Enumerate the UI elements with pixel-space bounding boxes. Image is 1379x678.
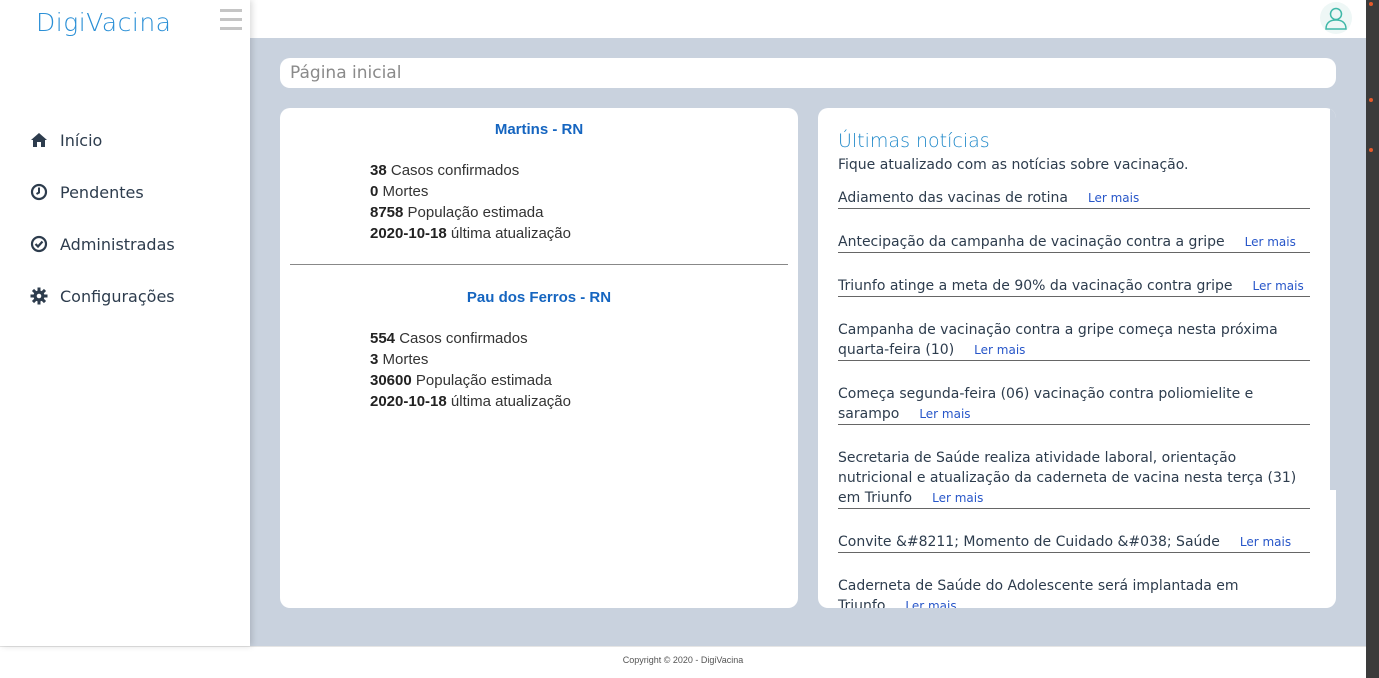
sidebar-item-label: Início [60, 130, 103, 150]
news-card: Últimas notícias Fique atualizado com as… [818, 108, 1336, 608]
read-more-link[interactable]: Ler mais [1088, 191, 1139, 205]
population-label: População estimada [411, 372, 552, 389]
home-icon [30, 131, 48, 149]
cases-value: 554 [370, 330, 396, 347]
sidebar-item-inicio[interactable]: Início [0, 114, 250, 166]
sidebar-item-label: Pendentes [60, 182, 144, 202]
updated-label: última atualização [446, 393, 571, 410]
news-item-title: Começa segunda-feira (06) vacinação cont… [838, 386, 1254, 422]
population-value: 30600 [370, 372, 412, 389]
news-item: Campanha de vacinação contra a gripe com… [838, 320, 1310, 361]
news-subtitle: Fique atualizado com as notícias sobre v… [838, 157, 1189, 173]
news-item-title: Campanha de vacinação contra a gripe com… [838, 322, 1278, 358]
sidebar-item-configuracoes[interactable]: Configurações [0, 270, 250, 322]
news-item-title: Caderneta de Saúde do Adolescente será i… [838, 578, 1239, 608]
deaths-label: Mortes [378, 351, 429, 368]
scroll-marker [1369, 2, 1373, 6]
updated-value: 2020-10-18 [370, 225, 447, 242]
read-more-link[interactable]: Ler mais [1245, 235, 1296, 249]
news-item-title: Triunfo atinge a meta de 90% da vacinaçã… [838, 278, 1233, 294]
updated-value: 2020-10-18 [370, 393, 447, 410]
deaths-label: Mortes [378, 183, 429, 200]
sidebar: DigiVacina Início Pendentes Administrada… [0, 0, 250, 646]
cases-label: Casos confirmados [386, 162, 520, 179]
sidebar-item-label: Administradas [60, 234, 175, 254]
news-item: Antecipação da campanha de vacinação con… [838, 232, 1310, 253]
news-scrollbar[interactable] [1330, 108, 1336, 490]
city-name: Pau dos Ferros - RN [466, 289, 612, 306]
news-item-title: Secretaria de Saúde realiza atividade la… [838, 450, 1297, 506]
read-more-link[interactable]: Ler mais [1240, 535, 1291, 549]
read-more-link[interactable]: Ler mais [919, 407, 970, 421]
read-more-link[interactable]: Ler mais [1252, 279, 1303, 293]
read-more-link[interactable]: Ler mais [974, 343, 1025, 357]
top-bar [250, 0, 1366, 38]
cases-label: Casos confirmados [395, 330, 528, 347]
read-more-link[interactable]: Ler mais [932, 491, 983, 505]
city-block: Martins - RN 38 Casos confirmados 0 Mort… [280, 108, 798, 244]
page-title: Página inicial [280, 58, 1336, 88]
menu-toggle-icon[interactable] [220, 9, 242, 33]
news-item: Adiamento das vacinas de rotina Ler mais [838, 188, 1310, 209]
user-avatar-icon[interactable] [1320, 2, 1352, 34]
app-logo[interactable]: DigiVacina [36, 8, 171, 37]
gear-icon [30, 287, 48, 305]
page-scrollbar[interactable] [1366, 0, 1379, 678]
city-name: Martins - RN [494, 121, 584, 138]
scroll-marker [1369, 98, 1373, 102]
footer: Copyright © 2020 - DigiVacina [0, 646, 1366, 678]
news-item-title: Adiamento das vacinas de rotina [838, 190, 1068, 206]
news-item: Secretaria de Saúde realiza atividade la… [838, 448, 1310, 509]
cases-value: 38 [370, 162, 387, 179]
news-item: Triunfo atinge a meta de 90% da vacinaçã… [838, 276, 1310, 297]
sidebar-item-pendentes[interactable]: Pendentes [0, 166, 250, 218]
sidebar-item-label: Configurações [60, 286, 175, 306]
city-stats: 554 Casos confirmados 3 Mortes 30600 Pop… [370, 328, 798, 412]
check-circle-icon [30, 235, 48, 253]
sidebar-nav: Início Pendentes Administradas Configura… [0, 114, 250, 322]
read-more-link[interactable]: Ler mais [905, 599, 956, 608]
news-item: Caderneta de Saúde do Adolescente será i… [838, 576, 1310, 608]
city-block: Pau dos Ferros - RN 554 Casos confirmado… [280, 265, 798, 412]
population-label: População estimada [403, 204, 544, 221]
city-stats: 38 Casos confirmados 0 Mortes 8758 Popul… [370, 160, 798, 244]
main-content: Página inicial Martins - RN 38 Casos con… [250, 38, 1366, 646]
updated-label: última atualização [446, 225, 571, 242]
population-value: 8758 [370, 204, 404, 221]
news-item: Convite &#8211; Momento de Cuidado &#038… [838, 532, 1310, 553]
news-item-title: Convite &#8211; Momento de Cuidado &#038… [838, 534, 1220, 550]
news-item-title: Antecipação da campanha de vacinação con… [838, 234, 1225, 250]
news-list: Adiamento das vacinas de rotina Ler mais … [838, 188, 1310, 608]
city-stats-card: Martins - RN 38 Casos confirmados 0 Mort… [280, 108, 798, 608]
sidebar-item-administradas[interactable]: Administradas [0, 218, 250, 270]
news-title: Últimas notícias [838, 130, 990, 152]
news-item: Começa segunda-feira (06) vacinação cont… [838, 384, 1310, 425]
scroll-marker [1369, 148, 1373, 152]
clock-icon [30, 183, 48, 201]
